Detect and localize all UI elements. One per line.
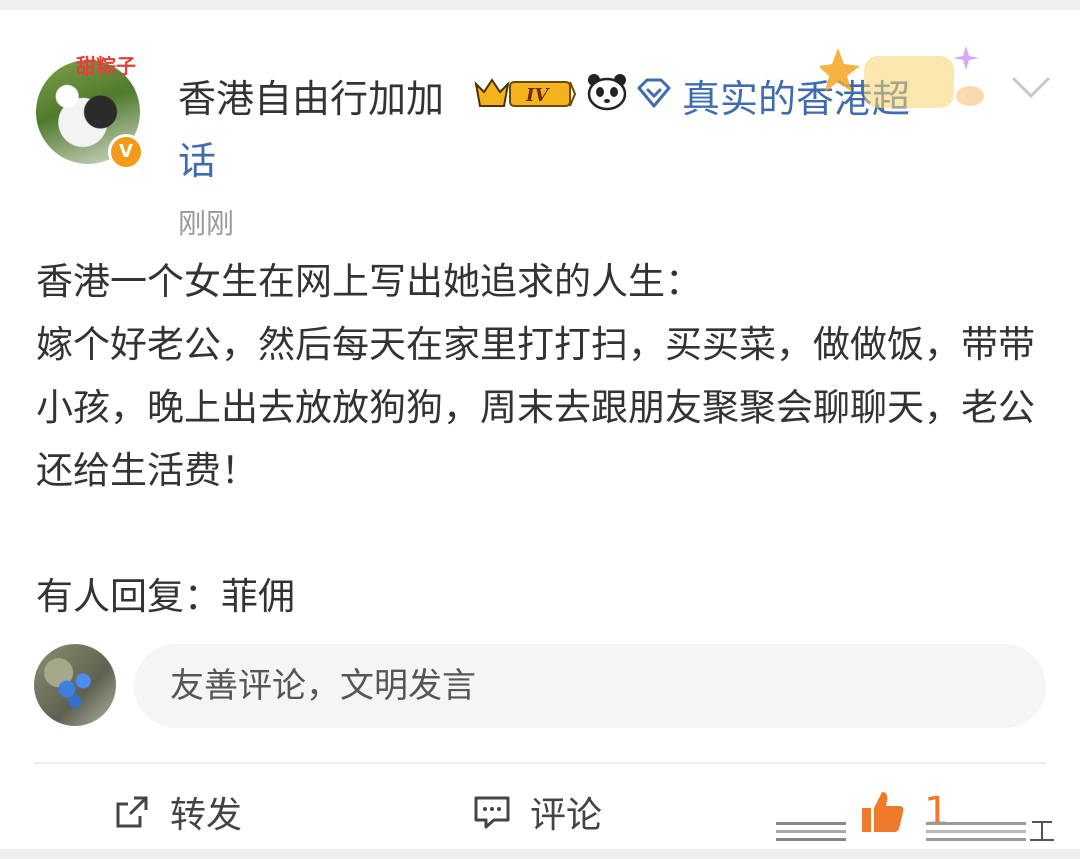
topic-line-2[interactable]: 话: [178, 130, 216, 192]
comment-icon: [474, 796, 510, 829]
panda-icon: [587, 74, 627, 111]
comment-button[interactable]: 评论: [472, 786, 602, 838]
watermark-strip: [776, 821, 1054, 841]
crown-level-icon[interactable]: IV: [472, 72, 576, 112]
post-paragraph: 嫁个好老公，然后每天在家里打打扫，买买菜，做做饭，带带小孩，晚上出去放放狗狗，周…: [36, 323, 1035, 492]
weibo-post-card: 甜粽子 V 香港自由行加加 IV 真实的香港超 话 刚刚 香港一个女生在网上写出…: [0, 10, 1080, 849]
post-body: 香港一个女生在网上写出她追求的人生： 嫁个好老公，然后每天在家里打打扫，买买菜，…: [36, 250, 1046, 628]
comment-label: 评论: [530, 795, 603, 836]
post-paragraph-gap: [36, 502, 1046, 565]
post-paragraph: 有人回复：菲佣: [36, 575, 295, 618]
diamond-icon: [637, 78, 671, 108]
current-user-avatar[interactable]: [34, 644, 116, 726]
divider: [34, 762, 1046, 764]
repost-button[interactable]: 转发: [112, 786, 242, 838]
author-name[interactable]: 香港自由行加加: [178, 68, 444, 123]
author-avatar[interactable]: 甜粽子 V: [36, 50, 144, 170]
post-time: 刚刚: [178, 207, 235, 240]
verified-badge: V: [108, 134, 144, 170]
comment-input[interactable]: [134, 644, 1046, 728]
avatar-tag: 甜粽子: [76, 54, 136, 78]
repost-label: 转发: [170, 795, 243, 836]
chevron-down-icon[interactable]: [1008, 68, 1054, 108]
sparkle-sticker-icon: [820, 46, 984, 108]
level-badge-text: IV: [525, 85, 550, 106]
repost-icon: [116, 796, 148, 828]
post-paragraph: 香港一个女生在网上写出她追求的人生：: [36, 260, 702, 303]
